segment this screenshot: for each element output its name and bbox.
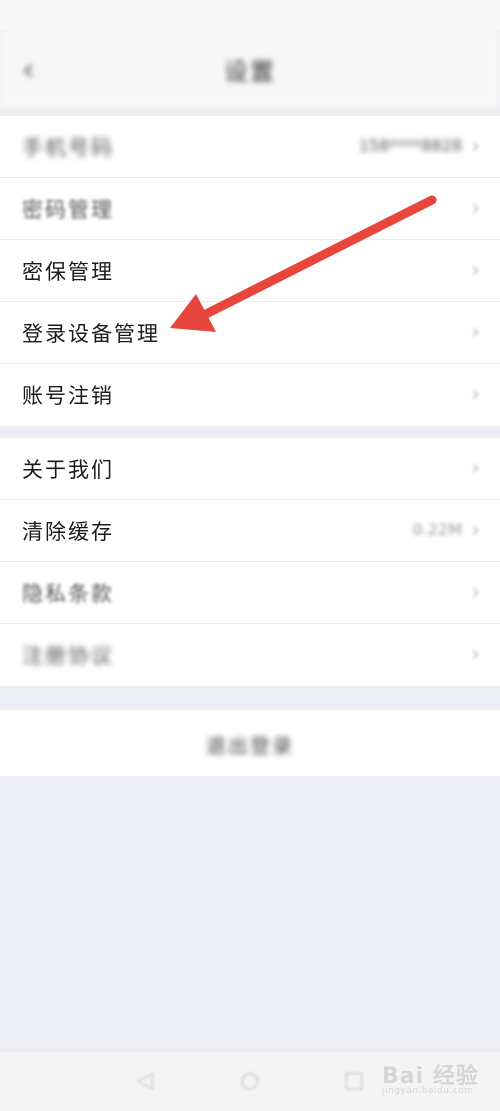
chevron-right-icon: › bbox=[471, 456, 480, 481]
settings-item-label: 密保管理 bbox=[22, 260, 114, 284]
settings-item-label: 登录设备管理 bbox=[22, 322, 160, 346]
chevron-right-icon: › bbox=[471, 382, 480, 407]
settings-item-register-agreement[interactable]: 注册协议 › bbox=[0, 624, 500, 686]
page-title: 设置 bbox=[224, 58, 276, 86]
settings-item-security-question[interactable]: 密保管理 › bbox=[0, 240, 500, 302]
settings-group-account: 手机号码 158****8828 › 密码管理 › 密保管理 › 登录设备管理 … bbox=[0, 116, 500, 426]
chevron-right-icon: › bbox=[471, 258, 480, 283]
chevron-right-icon: › bbox=[471, 642, 480, 667]
chevron-right-icon: › bbox=[471, 518, 480, 543]
nav-bar: ‹ 设置 bbox=[0, 30, 500, 108]
settings-item-label: 隐私条款 bbox=[22, 582, 114, 606]
watermark-sub-text: jingyan.baidu.com bbox=[382, 1086, 474, 1096]
settings-item-label: 关于我们 bbox=[22, 458, 114, 482]
settings-item-account-cancel[interactable]: 账号注销 › bbox=[0, 364, 500, 426]
cache-size-value: 0.22M bbox=[412, 520, 462, 539]
logout-label: 退出登录 bbox=[206, 734, 294, 758]
system-back-icon[interactable]: ◁ bbox=[134, 1070, 156, 1092]
settings-item-privacy[interactable]: 隐私条款 › bbox=[0, 562, 500, 624]
settings-item-label: 注册协议 bbox=[22, 644, 114, 668]
settings-item-label: 清除缓存 bbox=[22, 520, 114, 544]
chevron-right-icon: › bbox=[471, 196, 480, 221]
settings-item-about-us[interactable]: 关于我们 › bbox=[0, 438, 500, 500]
settings-item-phone[interactable]: 手机号码 158****8828 › bbox=[0, 116, 500, 178]
settings-item-login-devices[interactable]: 登录设备管理 › bbox=[0, 302, 500, 364]
system-home-icon[interactable]: ○ bbox=[239, 1070, 261, 1092]
system-recent-icon[interactable]: □ bbox=[343, 1070, 365, 1092]
chevron-right-icon: › bbox=[471, 320, 480, 345]
chevron-right-icon: › bbox=[471, 580, 480, 605]
baidu-jingyan-watermark: Bai 经验 jingyan.baidu.com bbox=[382, 1056, 494, 1104]
settings-group-about: 关于我们 › 清除缓存 0.22M › 隐私条款 › 注册协议 › bbox=[0, 438, 500, 686]
settings-item-clear-cache[interactable]: 清除缓存 0.22M › bbox=[0, 500, 500, 562]
settings-item-label: 密码管理 bbox=[22, 198, 114, 222]
settings-item-value: 158****8828 bbox=[358, 136, 462, 155]
settings-item-label: 手机号码 bbox=[22, 136, 114, 160]
settings-item-label: 账号注销 bbox=[22, 384, 114, 408]
logout-button[interactable]: 退出登录 bbox=[0, 710, 500, 776]
settings-item-password[interactable]: 密码管理 › bbox=[0, 178, 500, 240]
status-bar bbox=[0, 0, 500, 30]
chevron-right-icon: › bbox=[471, 134, 480, 159]
